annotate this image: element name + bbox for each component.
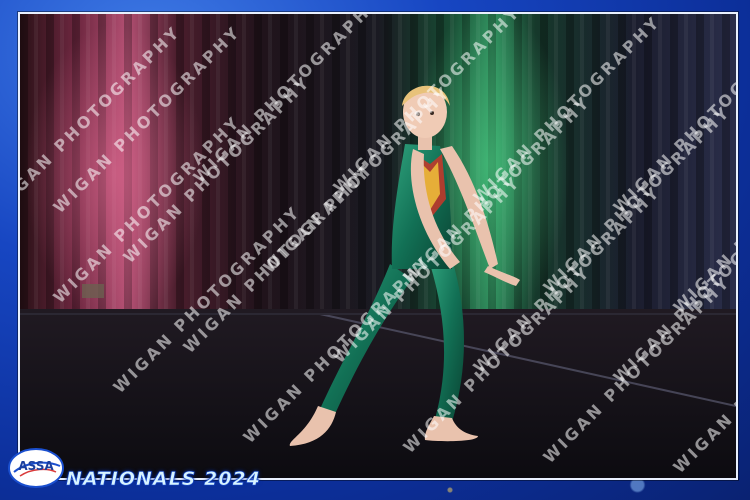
logo-text: ASSA (18, 459, 54, 473)
stage-photo: WIGAN PHOTOGRAPHY WIGAN PHOTOGRAPHY WIGA… (18, 12, 738, 480)
event-title: NATIONALS 2024 (66, 468, 261, 491)
assa-logo: ASSA (8, 448, 64, 488)
stage-scene (20, 14, 736, 478)
photo-frame: WIGAN PHOTOGRAPHY WIGAN PHOTOGRAPHY WIGA… (0, 0, 750, 500)
